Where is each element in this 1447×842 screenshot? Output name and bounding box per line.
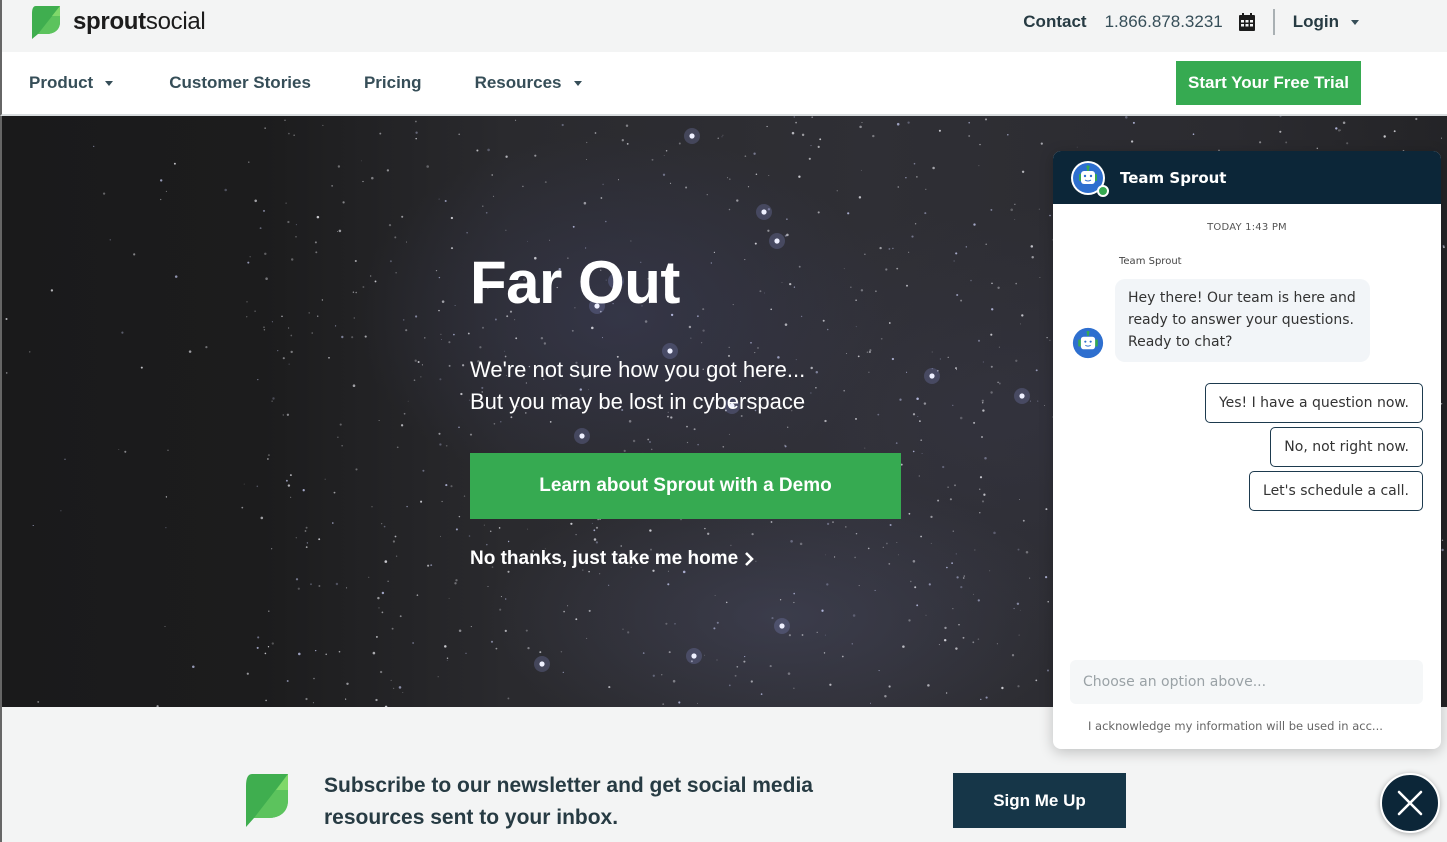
subtitle-line-1: We're not sure how you got here...	[470, 357, 806, 382]
chat-message-input[interactable]	[1070, 660, 1423, 704]
message-sender: Team Sprout	[1119, 256, 1182, 267]
main-nav: Product Customer Stories Pricing Resourc…	[0, 52, 1447, 116]
nav-item-label: Pricing	[363, 73, 422, 92]
chat-message: Hey there! Our team is here and ready to…	[1053, 279, 1441, 362]
contact-link[interactable]: Contact	[1023, 12, 1086, 32]
login-label: Login	[1292, 12, 1339, 31]
caret-down-icon	[573, 80, 582, 86]
robot-icon	[1072, 327, 1104, 359]
chat-timestamp: TODAY 1:43 PM	[1207, 222, 1287, 233]
sign-me-up-button[interactable]: Sign Me Up	[953, 773, 1126, 828]
hero-subtitle: We're not sure how you got here... But y…	[470, 354, 805, 418]
nav-item-customer-stories[interactable]: Customer Stories	[169, 73, 311, 93]
caret-down-icon	[105, 80, 114, 86]
subtitle-line-2: But you may be lost in cyberspace	[470, 389, 806, 414]
close-icon	[1397, 790, 1423, 816]
chevron-right-icon	[745, 552, 755, 566]
nav-item-product[interactable]: Product	[29, 73, 114, 93]
top-bar: sproutsocial Contact 1.866.878.3231 Logi…	[0, 0, 1447, 52]
nav-item-label: Product	[29, 73, 94, 92]
nav-item-pricing[interactable]: Pricing	[364, 73, 422, 93]
nav-item-label: Customer Stories	[169, 73, 311, 92]
divider	[1272, 9, 1275, 35]
sprout-leaf-icon	[246, 774, 288, 827]
quick-reply-options: Yes! I have a question now. No, not righ…	[1204, 383, 1423, 515]
logo-wordmark: sproutsocial	[73, 8, 206, 35]
chat-title: Team Sprout	[1120, 168, 1227, 187]
acknowledgement-text[interactable]: I acknowledge my information will be use…	[1088, 719, 1383, 733]
online-status-dot	[1097, 184, 1109, 197]
option-schedule-call[interactable]: Let's schedule a call.	[1249, 471, 1423, 511]
home-link-label: No thanks, just take me home	[470, 548, 739, 569]
nav-item-resources[interactable]: Resources	[475, 73, 582, 93]
close-chat-button[interactable]	[1380, 773, 1440, 833]
chat-header: Team Sprout	[1053, 151, 1441, 204]
learn-demo-button[interactable]: Learn about Sprout with a Demo	[470, 453, 901, 519]
start-free-trial-button[interactable]: Start Your Free Trial	[1176, 61, 1361, 105]
message-bubble: Hey there! Our team is here and ready to…	[1115, 279, 1370, 362]
phone-number-link[interactable]: 1.866.878.3231	[1105, 12, 1223, 32]
login-dropdown[interactable]: Login	[1293, 12, 1359, 32]
option-yes-question[interactable]: Yes! I have a question now.	[1204, 383, 1423, 423]
calendar-icon[interactable]	[1238, 13, 1255, 31]
page-title: Far Out	[470, 249, 680, 316]
sprout-leaf-icon	[32, 6, 60, 39]
take-me-home-link[interactable]: No thanks, just take me home	[470, 548, 755, 570]
nav-item-label: Resources	[474, 73, 562, 92]
newsletter-text: Subscribe to our newsletter and get soci…	[324, 774, 813, 829]
option-not-now[interactable]: No, not right now.	[1270, 427, 1423, 467]
chat-widget: Team Sprout TODAY 1:43 PM Team Sprout He…	[1053, 151, 1441, 749]
sprout-social-logo[interactable]: sproutsocial	[30, 4, 206, 40]
bot-avatar	[1070, 160, 1109, 197]
caret-down-icon	[1351, 19, 1359, 25]
